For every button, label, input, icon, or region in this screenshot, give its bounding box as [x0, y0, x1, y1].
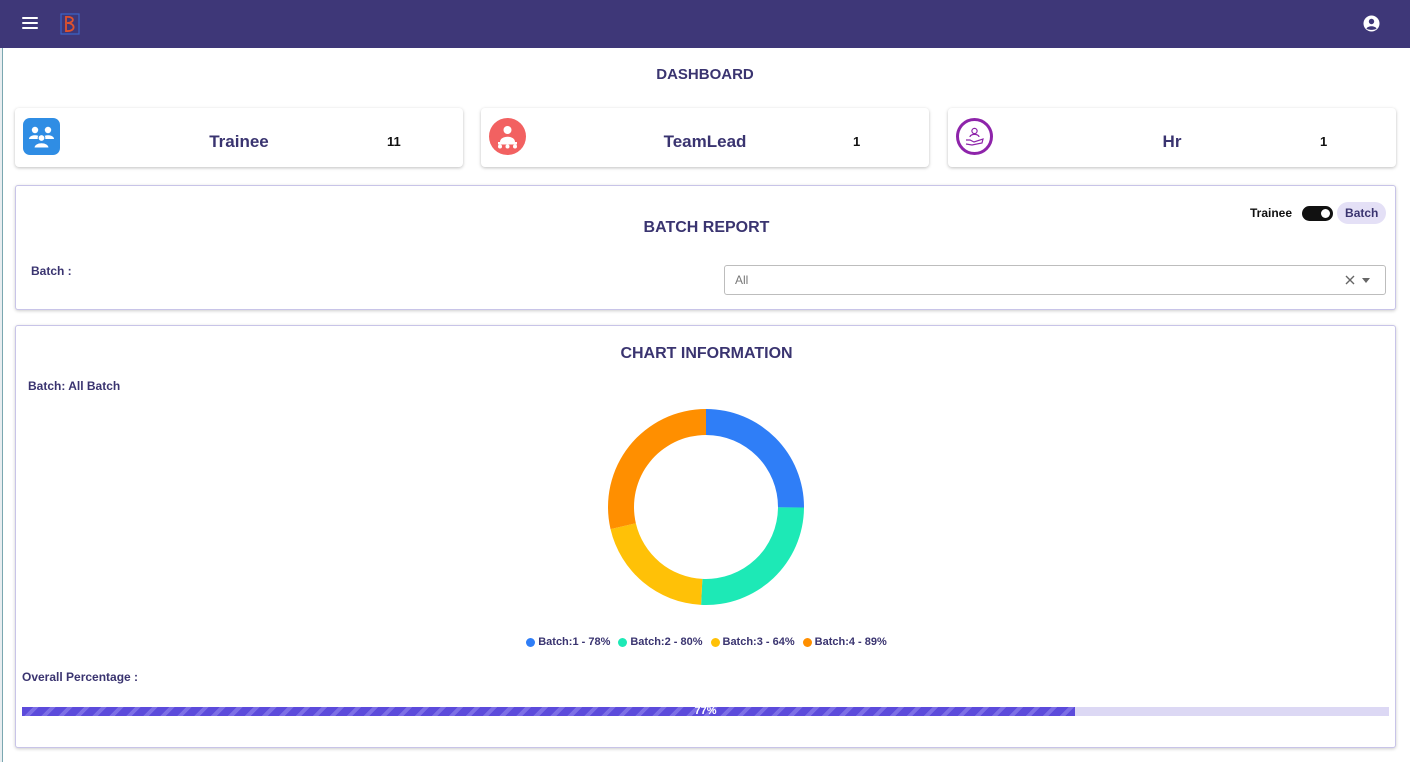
clear-icon[interactable] [1344, 274, 1356, 286]
legend-dot [802, 637, 812, 647]
legend-label: Batch:1 - 78% [538, 636, 611, 648]
window-edge [0, 48, 3, 762]
legend-item-batch-4[interactable]: Batch:4 - 89% [802, 636, 887, 648]
stat-count: 1 [1320, 134, 1328, 149]
donut-slice-2[interactable] [701, 507, 804, 605]
chart-information-panel: CHART INFORMATION Batch: All Batch Batch… [15, 325, 1396, 748]
view-toggle: Trainee Batch [1250, 202, 1387, 224]
batch-select[interactable]: All [724, 265, 1386, 295]
stat-card-hr[interactable]: Hr 1 [948, 108, 1396, 167]
stat-count: 1 [853, 134, 861, 149]
legend-dot [710, 637, 720, 647]
batch-report-panel: BATCH REPORT Trainee Batch Batch : All [15, 185, 1396, 310]
toggle-batch-label[interactable]: Batch [1337, 202, 1387, 224]
view-switch[interactable] [1302, 205, 1334, 221]
batch-caption: Batch: All Batch [28, 379, 121, 393]
stat-card-teamlead[interactable]: TeamLead 1 [481, 108, 929, 167]
stat-count: 11 [387, 134, 401, 149]
chart-legend: Batch:1 - 78% Batch:2 - 80% Batch:3 - 64% B… [16, 636, 1397, 648]
chevron-down-icon[interactable] [1362, 278, 1370, 283]
donut-slice-3[interactable] [610, 523, 703, 605]
legend-label: Batch:4 - 89% [814, 636, 887, 648]
donut-chart [608, 409, 804, 605]
donut-slice-1[interactable] [706, 409, 804, 508]
chart-title: CHART INFORMATION [620, 345, 793, 362]
batch-report-title: BATCH REPORT [643, 219, 770, 236]
page-title: DASHBOARD [656, 66, 754, 83]
legend-label: Batch:2 - 80% [630, 636, 703, 648]
legend-item-batch-1[interactable]: Batch:1 - 78% [526, 636, 610, 648]
top-app-bar [0, 0, 1410, 48]
toggle-trainee-label[interactable]: Trainee [1250, 206, 1292, 220]
stat-card-trainee[interactable]: Trainee 11 [15, 108, 463, 167]
legend-item-batch-3[interactable]: Batch:3 - 64% [710, 636, 795, 648]
legend-item-batch-2[interactable]: Batch:2 - 80% [618, 636, 703, 648]
account-circle-icon[interactable] [1363, 15, 1380, 32]
legend-dot [618, 637, 628, 647]
legend-dot [526, 637, 536, 647]
progress-text: 77% [694, 705, 717, 717]
batch-select-label: Batch : [31, 264, 72, 278]
brand-logo-icon[interactable] [60, 13, 80, 35]
legend-label: Batch:3 - 64% [722, 636, 795, 648]
overall-progress-bar: 77% [22, 705, 1389, 717]
batch-select-value: All [735, 273, 749, 287]
overall-percentage-label: Overall Percentage : [22, 670, 139, 684]
hamburger-menu-icon[interactable] [22, 17, 38, 31]
donut-slice-4[interactable] [608, 409, 706, 530]
